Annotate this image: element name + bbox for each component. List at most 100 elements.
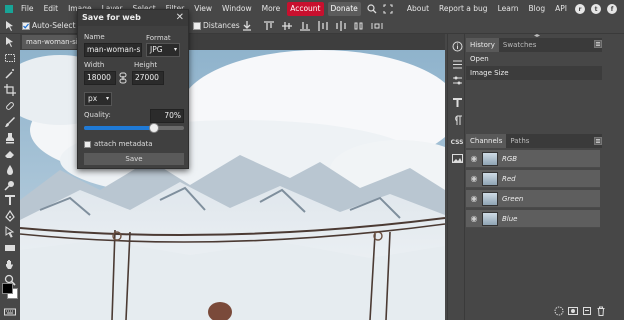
twitter-icon[interactable]: t — [591, 4, 601, 14]
link-blog[interactable]: Blog — [524, 0, 551, 18]
move-tool-icon[interactable] — [3, 36, 17, 48]
format-value: JPG — [150, 45, 163, 54]
character-icon[interactable] — [451, 96, 463, 108]
format-select[interactable]: JPG ▾ — [146, 43, 180, 57]
channel-row-blue[interactable]: ◉ Blue — [466, 210, 600, 228]
rectangle-tool-icon[interactable] — [3, 242, 17, 254]
stamp-tool-icon[interactable] — [3, 132, 17, 144]
pen-tool-icon[interactable] — [3, 210, 17, 222]
channel-row-rgb[interactable]: ◉ RGB — [466, 150, 600, 168]
save-button[interactable]: Save — [84, 153, 184, 165]
brush-settings-icon[interactable] — [451, 74, 463, 86]
height-input[interactable]: 27000 — [132, 71, 164, 85]
menu-file[interactable]: File — [16, 0, 39, 18]
image-icon[interactable] — [451, 152, 463, 164]
attach-metadata-checkbox[interactable] — [84, 141, 91, 148]
donate-button[interactable]: Donate — [327, 2, 361, 16]
magic-wand-tool-icon[interactable] — [3, 68, 17, 80]
account-button[interactable]: Account — [287, 2, 324, 16]
hand-tool-icon[interactable] — [3, 258, 17, 270]
eye-icon[interactable]: ◉ — [466, 174, 482, 183]
menu-view[interactable]: View — [189, 0, 217, 18]
align-middle-icon[interactable] — [281, 20, 293, 32]
eye-icon[interactable]: ◉ — [466, 194, 482, 203]
top-right-links: About Report a bug Learn Blog API r t f — [402, 0, 620, 18]
crop-tool-icon[interactable] — [3, 84, 17, 96]
properties-icon[interactable] — [451, 58, 463, 70]
channel-row-green[interactable]: ◉ Green — [466, 190, 600, 208]
right-panels: ◂▸ History Swatches Open Image Size Chan… — [466, 32, 624, 320]
chevron-down-icon: ▾ — [105, 95, 109, 102]
fill-tool-icon[interactable] — [3, 164, 17, 176]
distribute-spacing-icon[interactable] — [371, 20, 383, 32]
healing-tool-icon[interactable] — [3, 100, 17, 112]
distances-checkbox[interactable] — [193, 22, 201, 30]
chevron-down-icon: ▾ — [173, 46, 177, 53]
tab-history[interactable]: History — [466, 38, 499, 52]
quality-slider-handle[interactable] — [149, 123, 159, 133]
format-label: Format — [146, 34, 171, 42]
unit-select[interactable]: px ▾ — [84, 92, 112, 106]
dialog-title: Save for web — [82, 13, 141, 22]
eraser-tool-icon[interactable] — [3, 148, 17, 160]
reddit-icon[interactable]: r — [575, 4, 585, 14]
distribute-right-icon[interactable] — [353, 20, 365, 32]
info-icon[interactable] — [451, 40, 463, 52]
trash-icon[interactable] — [596, 306, 606, 316]
eye-icon[interactable]: ◉ — [466, 214, 482, 223]
dotted-circle-icon[interactable] — [554, 306, 564, 316]
link-api[interactable]: API — [550, 0, 572, 18]
tab-swatches[interactable]: Swatches — [499, 38, 540, 52]
align-top-icon[interactable] — [263, 20, 275, 32]
link-learn[interactable]: Learn — [493, 0, 524, 18]
menu-edit[interactable]: Edit — [39, 0, 64, 18]
marquee-tool-icon[interactable] — [3, 52, 17, 64]
quality-slider-fill — [84, 126, 154, 130]
history-panel: History Swatches Open Image Size — [466, 38, 602, 80]
eye-icon[interactable]: ◉ — [466, 154, 482, 163]
history-tab-bar: History Swatches — [466, 38, 602, 52]
history-item[interactable]: Open — [466, 52, 602, 66]
facebook-icon[interactable]: f — [607, 4, 617, 14]
menu-window[interactable]: Window — [217, 0, 257, 18]
align-bottom-icon[interactable] — [299, 20, 311, 32]
type-tool-icon[interactable] — [3, 194, 17, 206]
width-input[interactable]: 18000 — [84, 71, 116, 85]
css-icon[interactable]: CSS — [451, 136, 464, 148]
move-tool-icon[interactable] — [4, 20, 16, 32]
quality-input[interactable]: 70% — [150, 109, 184, 123]
align-download-icon[interactable] — [241, 20, 253, 32]
distribute-center-icon[interactable] — [335, 20, 347, 32]
link-proportions-icon[interactable] — [119, 72, 127, 84]
quality-slider-track[interactable] — [84, 123, 184, 133]
keyboard-icon[interactable] — [3, 306, 17, 318]
history-item[interactable]: Image Size — [466, 66, 602, 80]
dialog-title-bar[interactable]: Save for web ✕ — [78, 10, 188, 26]
photopea-logo-icon[interactable] — [4, 4, 14, 14]
link-report-bug[interactable]: Report a bug — [434, 0, 493, 18]
link-about[interactable]: About — [402, 0, 434, 18]
panel-menu-icon[interactable] — [594, 40, 602, 48]
distribute-left-icon[interactable] — [317, 20, 329, 32]
fullscreen-icon[interactable] — [383, 4, 393, 14]
mask-icon[interactable] — [568, 306, 578, 316]
channel-label: Green — [502, 194, 524, 203]
channel-label: Blue — [502, 214, 518, 223]
search-icon[interactable] — [367, 4, 377, 14]
brush-tool-icon[interactable] — [3, 116, 17, 128]
channel-row-red[interactable]: ◉ Red — [466, 170, 600, 188]
menu-more[interactable]: More — [257, 0, 286, 18]
close-icon[interactable]: ✕ — [176, 10, 184, 26]
paragraph-icon[interactable] — [451, 114, 463, 126]
auto-select-checkbox[interactable] — [22, 22, 30, 30]
dodge-tool-icon[interactable] — [3, 180, 17, 192]
quality-label: Quality: — [84, 111, 111, 119]
auto-select-label: Auto-Select — [32, 21, 76, 30]
foreground-color-swatch[interactable] — [2, 283, 13, 294]
panel-menu-icon[interactable] — [594, 137, 602, 145]
tab-channels[interactable]: Channels — [466, 134, 507, 148]
new-channel-icon[interactable] — [582, 306, 592, 316]
path-select-tool-icon[interactable] — [3, 226, 17, 238]
tab-paths[interactable]: Paths — [506, 134, 533, 148]
name-input[interactable]: man-woman-sitt — [84, 43, 142, 57]
